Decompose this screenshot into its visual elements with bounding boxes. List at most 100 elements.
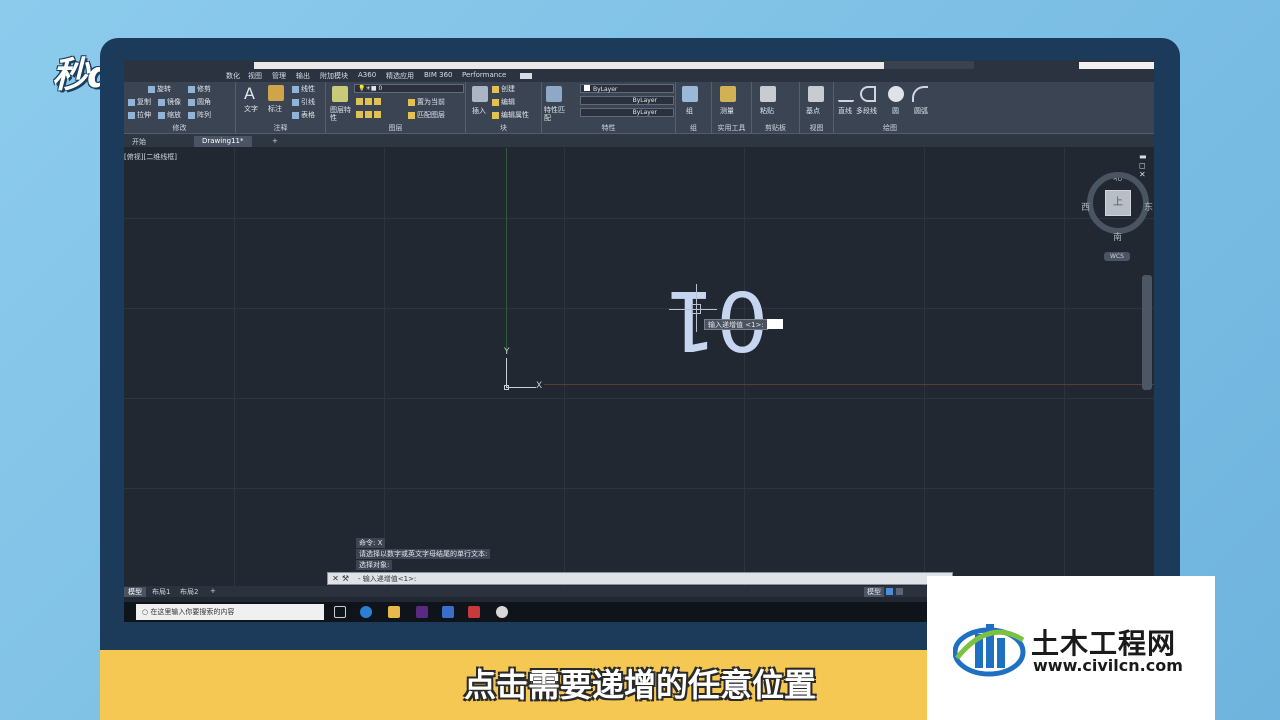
paste-button[interactable]: 粘贴 bbox=[760, 106, 774, 116]
text-tool-icon[interactable]: A bbox=[244, 84, 255, 103]
file-explorer-icon[interactable] bbox=[388, 606, 400, 618]
dynamic-input-field[interactable] bbox=[767, 319, 783, 329]
dimension-button[interactable]: 标注 bbox=[268, 104, 282, 114]
close-icon[interactable]: ✕ bbox=[331, 574, 340, 583]
dimension-icon[interactable] bbox=[268, 85, 284, 101]
tab-start[interactable]: 开始 bbox=[124, 136, 154, 147]
viewport-controls-label[interactable]: [俯视][二维线框] bbox=[124, 152, 177, 162]
group-icon[interactable] bbox=[682, 86, 698, 102]
menu-item[interactable]: 视图 bbox=[248, 71, 262, 81]
stretch-button[interactable]: 拉伸 bbox=[128, 110, 151, 120]
menu-item[interactable]: 附加模块 bbox=[320, 71, 348, 81]
viewcube[interactable]: 上 bbox=[1087, 172, 1149, 234]
polyline-icon[interactable] bbox=[860, 86, 876, 102]
ribbon-group-label[interactable]: 绘图 bbox=[834, 123, 946, 133]
tab-drawing11[interactable]: Drawing11* bbox=[194, 136, 252, 147]
circle-icon[interactable] bbox=[888, 86, 904, 102]
layer-dropdown[interactable]: 💡☀■ 0 bbox=[354, 84, 464, 93]
menu-item[interactable]: Performance bbox=[462, 71, 506, 79]
circle-button[interactable]: 圆 bbox=[892, 106, 899, 116]
viewport-window-controls[interactable]: ▬ ◻ ✕ bbox=[1139, 152, 1154, 179]
ribbon-group-label[interactable]: 注释 bbox=[236, 123, 325, 133]
tab-add-layout[interactable]: + bbox=[206, 587, 220, 595]
match-layer-button[interactable]: 匹配图层 bbox=[408, 110, 445, 120]
ribbon-group-label[interactable]: 图层 bbox=[326, 123, 465, 133]
menu-item[interactable]: A360 bbox=[358, 71, 376, 79]
app-icon[interactable] bbox=[442, 606, 454, 618]
edit-attributes-button[interactable]: 编辑属性 bbox=[492, 110, 529, 120]
layer-tools-row2[interactable] bbox=[356, 110, 383, 118]
arc-icon[interactable] bbox=[912, 86, 928, 102]
line-icon[interactable] bbox=[838, 86, 854, 102]
menu-item[interactable]: BIM 360 bbox=[424, 71, 453, 79]
paste-icon[interactable] bbox=[760, 86, 776, 102]
menu-item[interactable]: 管理 bbox=[272, 71, 286, 81]
window-controls[interactable] bbox=[1079, 62, 1154, 69]
model-space-toggle[interactable]: 模型 bbox=[864, 587, 884, 597]
wrench-icon[interactable]: ⚒ bbox=[341, 574, 350, 583]
create-block-button[interactable]: 创建 bbox=[492, 84, 515, 94]
quick-access-bar[interactable] bbox=[254, 62, 884, 69]
match-properties-button[interactable]: 特性匹配 bbox=[544, 106, 568, 122]
ribbon-group-label[interactable]: 修改 bbox=[124, 123, 235, 133]
color-dropdown[interactable]: ByLayer bbox=[580, 84, 674, 93]
scale-button[interactable]: 缩放 bbox=[158, 110, 181, 120]
viewcube-east[interactable]: 东 bbox=[1144, 200, 1153, 213]
insert-button[interactable]: 插入 bbox=[472, 106, 486, 116]
layer-properties-button[interactable]: 图层特性 bbox=[330, 106, 354, 122]
help-search-input[interactable] bbox=[884, 61, 974, 69]
fillet-button[interactable]: 圆角 bbox=[188, 97, 211, 107]
viewcube-south[interactable]: 南 bbox=[1113, 230, 1122, 243]
table-button[interactable]: 表格 bbox=[292, 110, 315, 120]
command-line[interactable]: ✕ ⚒ - 输入递增值<1>: bbox=[327, 572, 953, 585]
tab-layout2[interactable]: 布局2 bbox=[176, 587, 202, 597]
wcs-dropdown[interactable]: WCS bbox=[1104, 252, 1130, 261]
rotate-button[interactable]: 旋转 bbox=[148, 84, 171, 94]
copy-button[interactable]: 复制 bbox=[128, 97, 151, 107]
ribbon-group-label[interactable]: 块 bbox=[466, 123, 541, 133]
menu-item[interactable]: 输出 bbox=[296, 71, 310, 81]
tab-new[interactable]: + bbox=[264, 136, 286, 147]
group-button[interactable]: 组 bbox=[686, 106, 693, 116]
linear-button[interactable]: 线性 bbox=[292, 84, 315, 94]
task-view-icon[interactable] bbox=[334, 606, 346, 618]
measure-icon[interactable] bbox=[720, 86, 736, 102]
menu-item[interactable]: 精选应用 bbox=[386, 71, 414, 81]
snap-mode-icon[interactable] bbox=[896, 588, 903, 595]
recorder-icon[interactable] bbox=[496, 606, 508, 618]
viewcube-west[interactable]: 西 bbox=[1081, 200, 1090, 213]
mirror-button[interactable]: 镜像 bbox=[158, 97, 181, 107]
autocad-taskbar-icon[interactable] bbox=[468, 606, 480, 618]
trim-button[interactable]: 修剪 bbox=[188, 84, 211, 94]
make-current-button[interactable]: 置为当前 bbox=[408, 97, 445, 107]
array-button[interactable]: 阵列 bbox=[188, 110, 211, 120]
premiere-icon[interactable] bbox=[416, 606, 428, 618]
text-button[interactable]: 文字 bbox=[244, 104, 258, 114]
layer-properties-icon[interactable] bbox=[332, 86, 348, 102]
ribbon-group-label[interactable]: 视图 bbox=[800, 123, 833, 133]
drawing-canvas[interactable] bbox=[124, 148, 1154, 586]
lineweight-dropdown[interactable]: ByLayer bbox=[580, 108, 674, 117]
navigation-bar[interactable] bbox=[1142, 275, 1152, 390]
ribbon-group-label[interactable]: 实用工具 bbox=[712, 123, 751, 133]
polyline-button[interactable]: 多段线 bbox=[856, 106, 877, 116]
grid-display-icon[interactable] bbox=[886, 588, 893, 595]
edge-browser-icon[interactable] bbox=[360, 606, 372, 618]
ribbon-group-label[interactable]: 特性 bbox=[542, 123, 675, 133]
tab-layout1[interactable]: 布局1 bbox=[148, 587, 174, 597]
base-point-button[interactable]: 基点 bbox=[806, 106, 820, 116]
layer-tools-row1[interactable] bbox=[356, 97, 383, 105]
edit-block-button[interactable]: 编辑 bbox=[492, 97, 515, 107]
leader-button[interactable]: 引线 bbox=[292, 97, 315, 107]
insert-icon[interactable] bbox=[472, 86, 488, 102]
line-button[interactable]: 直线 bbox=[838, 106, 852, 116]
taskbar-search[interactable]: ○ 在这里输入你要搜索的内容 bbox=[136, 604, 324, 620]
menu-item[interactable]: 数化 bbox=[226, 71, 240, 81]
command-prompt[interactable]: - 输入递增值<1>: bbox=[358, 574, 416, 584]
match-properties-icon[interactable] bbox=[546, 86, 562, 102]
measure-button[interactable]: 测量 bbox=[720, 106, 734, 116]
tab-model[interactable]: 模型 bbox=[124, 587, 146, 597]
menu-toggle-icon[interactable] bbox=[520, 73, 532, 79]
viewcube-top-face[interactable]: 上 bbox=[1105, 190, 1131, 216]
linetype-dropdown[interactable]: ByLayer bbox=[580, 96, 674, 105]
